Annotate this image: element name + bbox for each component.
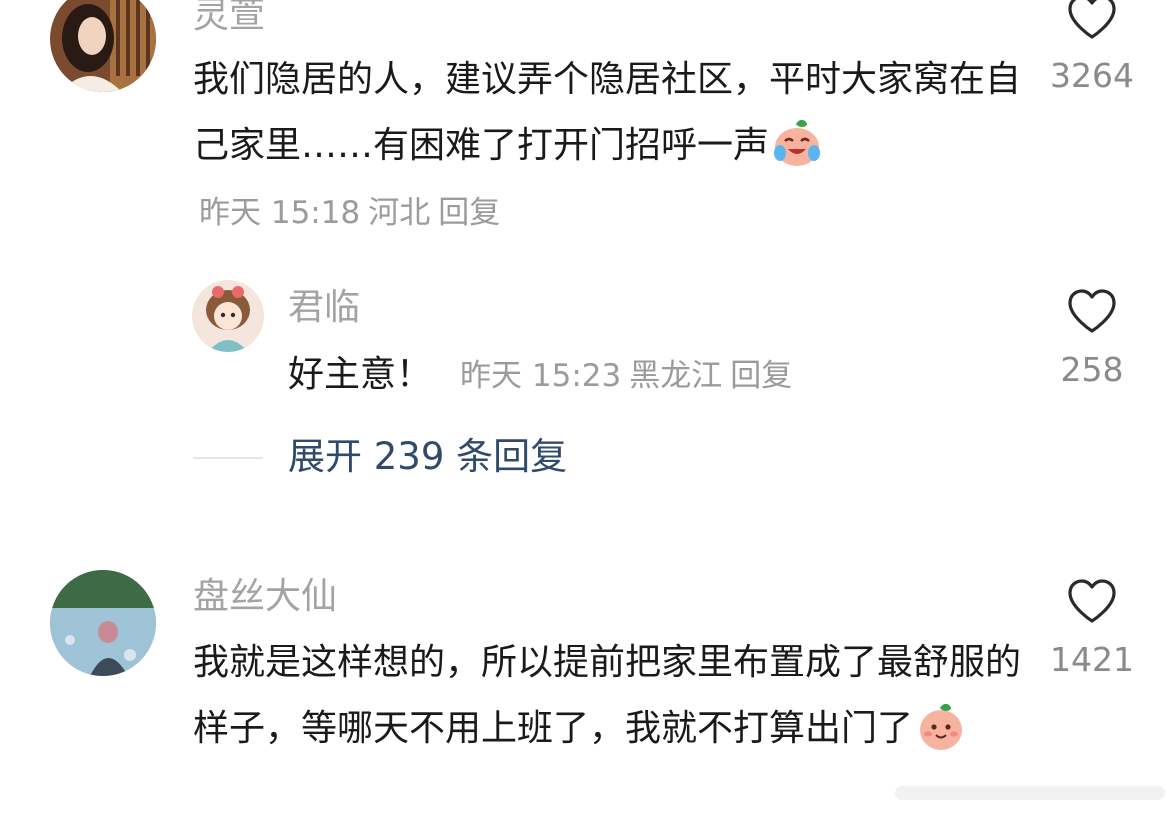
smiling-peach-emoji	[915, 700, 967, 752]
avatar-pansidaxian[interactable]	[50, 570, 156, 676]
reply-button[interactable]: 回复	[730, 358, 792, 394]
comment-body: 我就是这样想的，所以提前把家里布置成了最舒服的样子，等哪天不用上班了，我就不打算…	[193, 642, 1022, 749]
comment-text: 我就是这样想的，所以提前把家里布置成了最舒服的样子，等哪天不用上班了，我就不打算…	[193, 630, 1023, 762]
laughing-crying-face-emoji	[771, 117, 823, 169]
heart-outline-icon	[1068, 0, 1116, 39]
comment-body: 我们隐居的人，建议弄个隐居社区，平时大家窝在自己家里……有困难了打开门招呼一声	[193, 59, 1022, 166]
username[interactable]: 盘丝大仙	[193, 575, 337, 619]
watermark	[895, 786, 1165, 800]
comment-meta: 昨天 15:18 河北 回复	[199, 195, 508, 231]
comment-text: 好主意！ 昨天 15:23 黑龙江 回复	[288, 342, 908, 409]
comment-location: 河北	[368, 195, 431, 231]
divider	[193, 457, 263, 459]
like-button[interactable]: 258	[1032, 288, 1152, 390]
comment-body: 好主意！	[288, 354, 433, 395]
comment-time: 昨天 15:18	[199, 195, 361, 231]
like-button[interactable]: 3264	[1032, 0, 1152, 96]
username[interactable]: 君临	[288, 286, 360, 330]
like-count: 3264	[1050, 56, 1134, 95]
heart-outline-icon	[1068, 289, 1116, 333]
comment-location: 黑龙江	[629, 358, 723, 394]
comment-time: 昨天 15:23	[460, 358, 622, 394]
expand-replies-link[interactable]: 展开 239 条回复	[288, 433, 567, 481]
comment-text: 我们隐居的人，建议弄个隐居社区，平时大家窝在自己家里……有困难了打开门招呼一声 …	[193, 47, 1023, 246]
like-button[interactable]: 1421	[1032, 578, 1152, 680]
comment-meta: 昨天 15:23 黑龙江 回复	[460, 358, 800, 394]
avatar-junlin[interactable]	[192, 280, 264, 352]
reply-button[interactable]: 回复	[438, 195, 500, 231]
avatar-linxuan[interactable]	[50, 0, 156, 92]
heart-outline-icon	[1068, 579, 1116, 623]
like-count: 1421	[1050, 640, 1134, 679]
username[interactable]: 灵萱	[193, 0, 265, 38]
like-count: 258	[1060, 350, 1124, 389]
